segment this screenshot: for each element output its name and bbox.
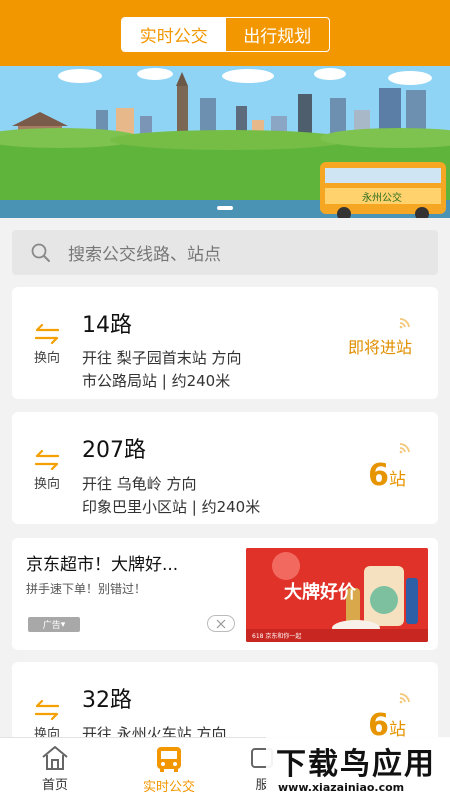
arrival-status: 即将进站 (347, 338, 412, 357)
swap-arrows-icon (34, 450, 60, 470)
ad-badge-label: 广告 (42, 621, 61, 631)
banner-carousel[interactable]: 永州公交 (0, 66, 450, 218)
chevron-down-icon: ▾ (60, 619, 66, 630)
carousel-indicator (217, 206, 233, 210)
tab-realtime-bus[interactable]: 实时公交 (122, 18, 226, 51)
route-stop-info: 印象巴里小区站 | 约240米 (82, 498, 261, 516)
ad-image-footer: 618 京东和你一起 (246, 629, 428, 642)
route-direction: 开往 乌龟岭 方向 (82, 475, 197, 493)
nav-label-realtime-bus: 实时公交 (142, 780, 195, 795)
search-icon (31, 243, 50, 262)
stops-away: 6站 (368, 458, 406, 493)
nav-item-home[interactable]: 首页 (15, 738, 95, 800)
close-icon (216, 619, 226, 628)
nav-item-realtime-bus[interactable]: 实时公交 (129, 738, 209, 800)
swap-direction-button[interactable]: 换向 (30, 450, 64, 492)
route-stop-info: 市公路局站 | 约240米 (82, 372, 231, 390)
swap-label: 换向 (33, 477, 60, 492)
nav-label-home: 首页 (41, 778, 68, 793)
search-bar[interactable]: 搜索公交线路、站点 (12, 230, 438, 275)
home-icon (42, 746, 68, 770)
swap-label: 换向 (33, 351, 60, 366)
watermark: 下载鸟应用 www.xiazainiao.com (266, 737, 450, 800)
swap-direction-button[interactable]: 换向 (30, 700, 64, 742)
route-name: 14路 (82, 313, 132, 338)
ad-badge[interactable]: 广告 ▾ (28, 617, 80, 632)
signal-icon (399, 693, 410, 704)
tab-trip-planning[interactable]: 出行规划 (226, 18, 330, 51)
ad-title: 京东超市！大牌好... (26, 555, 179, 575)
ad-subtitle: 拼手速下单！别错过！ (26, 582, 147, 596)
route-name: 32路 (82, 688, 132, 713)
swap-direction-button[interactable]: 换向 (30, 324, 64, 366)
bus-livery-text: 永州公交 (362, 191, 402, 204)
signal-icon (399, 318, 410, 329)
app-header: 实时公交 出行规划 (0, 0, 450, 66)
mode-segmented-control: 实时公交 出行规划 (121, 17, 330, 52)
banner-image: 永州公交 (0, 66, 450, 218)
route-direction: 开往 梨子园首末站 方向 (82, 349, 242, 367)
route-card[interactable]: 换向 14路 开往 梨子园首末站 方向 市公路局站 | 约240米 即将进站 (12, 287, 438, 399)
route-card[interactable]: 换向 207路 开往 乌龟岭 方向 印象巴里小区站 | 约240米 6站 (12, 412, 438, 524)
stops-away-unit: 站 (389, 470, 406, 490)
search-placeholder: 搜索公交线路、站点 (68, 245, 221, 265)
ad-banner[interactable]: 京东超市！大牌好... 拼手速下单！别错过！ 广告 ▾ 大牌好价 618 京东和你… (12, 538, 438, 650)
swap-arrows-icon (34, 700, 60, 720)
watermark-title: 下载鸟应用 (276, 747, 436, 782)
bus-icon (157, 747, 181, 772)
route-name: 207路 (82, 438, 146, 463)
stops-away-number: 6 (368, 458, 389, 493)
signal-icon (399, 443, 410, 454)
swap-arrows-icon (34, 324, 60, 344)
ad-close-button[interactable] (207, 615, 235, 632)
ad-image: 大牌好价 618 京东和你一起 (246, 548, 428, 642)
ad-image-title: 大牌好价 (284, 582, 356, 603)
watermark-url: www.xiazainiao.com (278, 781, 405, 794)
